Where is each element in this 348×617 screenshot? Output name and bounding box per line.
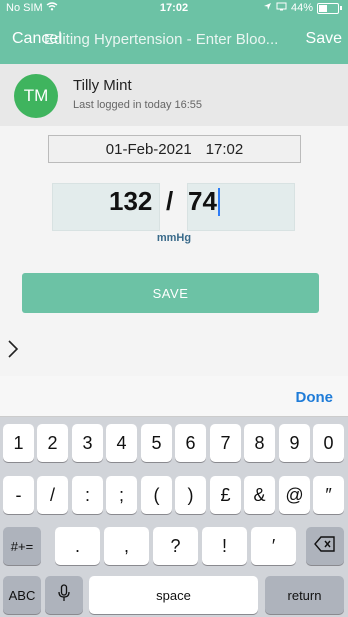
battery-tip bbox=[340, 6, 342, 10]
key-7[interactable]: 7 bbox=[210, 424, 241, 462]
key-1[interactable]: 1 bbox=[3, 424, 34, 462]
key-comma[interactable]: , bbox=[104, 527, 149, 565]
chevron-right-icon[interactable] bbox=[6, 338, 20, 360]
cancel-button[interactable]: Cancel bbox=[12, 30, 62, 48]
key-close-paren[interactable]: ) bbox=[175, 476, 206, 514]
bp-separator: / bbox=[166, 186, 174, 216]
key-slash[interactable]: / bbox=[37, 476, 68, 514]
key-double-quote[interactable]: ″ bbox=[313, 476, 344, 514]
text-caret bbox=[218, 188, 220, 216]
last-logged: Last logged in today 16:55 bbox=[73, 99, 203, 111]
backspace-icon bbox=[314, 535, 336, 557]
location-icon bbox=[263, 2, 272, 14]
key-semicolon[interactable]: ; bbox=[106, 476, 137, 514]
key-open-paren[interactable]: ( bbox=[141, 476, 172, 514]
done-button[interactable]: Done bbox=[296, 389, 334, 406]
page-title: Editing Hypertension - Enter Bloo... bbox=[44, 31, 279, 48]
key-8[interactable]: 8 bbox=[244, 424, 275, 462]
save-button[interactable]: SAVE bbox=[22, 273, 319, 313]
key-period[interactable]: . bbox=[55, 527, 100, 565]
key-hyphen[interactable]: - bbox=[3, 476, 34, 514]
key-4[interactable]: 4 bbox=[106, 424, 137, 462]
status-right: 44% bbox=[263, 2, 342, 14]
key-2[interactable]: 2 bbox=[37, 424, 68, 462]
key-0[interactable]: 0 bbox=[313, 424, 344, 462]
key-ampersand[interactable]: & bbox=[244, 476, 275, 514]
key-6[interactable]: 6 bbox=[175, 424, 206, 462]
key-9[interactable]: 9 bbox=[279, 424, 310, 462]
systolic-value: 132 bbox=[109, 186, 153, 216]
key-5[interactable]: 5 bbox=[141, 424, 172, 462]
dictation-key[interactable] bbox=[45, 576, 83, 614]
status-bar: No SIM 17:02 44% bbox=[0, 0, 348, 18]
battery-icon bbox=[317, 2, 339, 14]
top-bar: No SIM 17:02 44% Editing Hypertension - … bbox=[0, 0, 348, 64]
avatar: TM bbox=[14, 74, 58, 118]
time-value: 17:02 bbox=[205, 140, 244, 158]
key-apostrophe[interactable]: ′ bbox=[251, 527, 296, 565]
key-3[interactable]: 3 bbox=[72, 424, 103, 462]
date-time-field[interactable]: 01-Feb-2021 17:02 bbox=[48, 135, 301, 163]
backspace-key[interactable] bbox=[306, 527, 344, 565]
key-pound[interactable]: £ bbox=[210, 476, 241, 514]
screen-icon bbox=[276, 2, 287, 14]
microphone-icon bbox=[58, 583, 70, 607]
battery-percent: 44% bbox=[290, 2, 313, 14]
unit-label: mmHg bbox=[156, 232, 192, 244]
symbols-shift-key[interactable]: #+= bbox=[3, 527, 41, 565]
key-at[interactable]: @ bbox=[279, 476, 310, 514]
key-colon[interactable]: : bbox=[72, 476, 103, 514]
save-nav-button[interactable]: Save bbox=[306, 30, 342, 48]
space-key[interactable]: space bbox=[89, 576, 258, 614]
return-key[interactable]: return bbox=[265, 576, 344, 614]
abc-key[interactable]: ABC bbox=[3, 576, 41, 614]
nav-bar: Editing Hypertension - Enter Bloo... Can… bbox=[0, 26, 348, 54]
key-exclamation[interactable]: ! bbox=[202, 527, 247, 565]
keyboard: Done 1 2 3 4 5 6 7 8 9 0 - / : ; ( ) £ &… bbox=[0, 376, 348, 617]
key-question[interactable]: ? bbox=[153, 527, 198, 565]
patient-name: Tilly Mint bbox=[73, 77, 132, 94]
keyboard-toolbar: Done bbox=[0, 376, 348, 417]
patient-header: TM Tilly Mint Last logged in today 16:55 bbox=[0, 64, 348, 126]
date-value: 01-Feb-2021 bbox=[105, 140, 192, 158]
diastolic-value: 74 bbox=[188, 186, 217, 216]
